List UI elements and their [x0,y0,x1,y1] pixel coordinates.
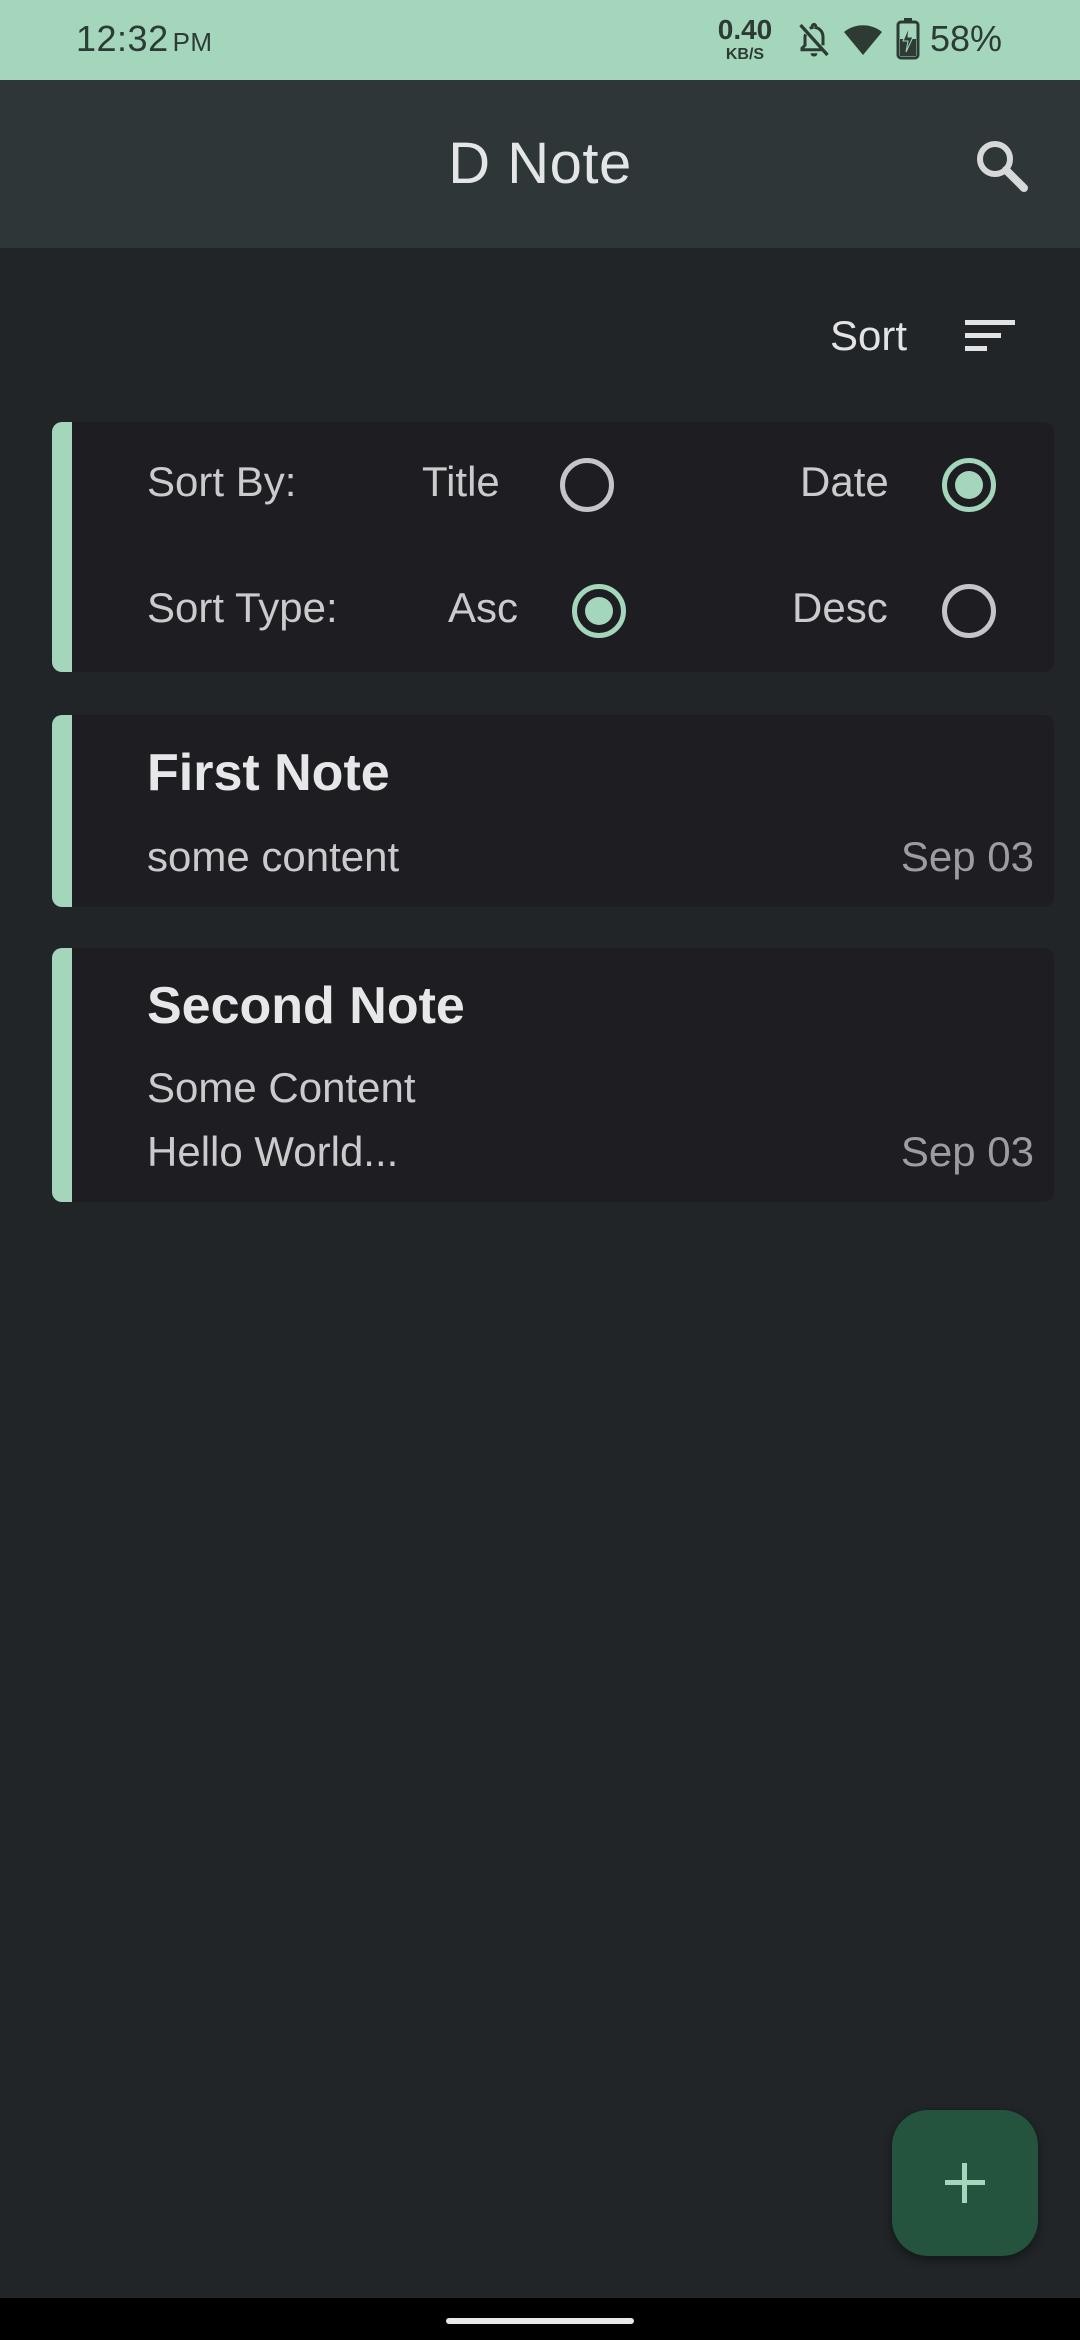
sort-label: Sort [830,312,908,359]
network-speed: 0.40 KB/S [712,16,778,63]
status-time-value: 12:32 [76,18,169,59]
status-time-ampm: PM [172,27,213,57]
sort-toggle-button[interactable]: Sort [810,298,1040,378]
option-desc-label: Desc [792,584,888,631]
battery-charging-icon [896,18,920,65]
network-speed-value: 0.40 [717,14,773,45]
sort-icon [965,316,1015,361]
note-card[interactable]: First Note some content Sep 03 [52,715,1054,907]
home-gesture-handle[interactable] [446,2318,634,2324]
sort-type-label: Sort Type: [147,584,338,631]
note-content: Some Content [147,1064,416,1111]
add-icon [945,2163,985,2203]
sort-by-label: Sort By: [147,458,297,505]
radio-sort-by-date[interactable] [942,458,996,512]
card-accent-stripe [52,948,72,1202]
search-button[interactable] [970,134,1034,198]
sort-options-panel: Sort By: Title Date Sort Type: Asc Desc [52,422,1054,672]
note-title: Second Note [147,977,465,1035]
battery-percentage: 58% [930,18,1003,59]
app-bar: D Note [0,80,1080,248]
status-bar: 12:32 PM 0.40 KB/S 58% [0,0,1080,80]
note-card[interactable]: Second Note Some Content Hello World... … [52,948,1054,1202]
option-date-label: Date [800,458,889,505]
screen: 12:32 PM 0.40 KB/S 58% D Note Sort Sort … [0,0,1080,2340]
card-accent-stripe [52,422,72,672]
add-note-button[interactable] [892,2110,1038,2256]
search-icon [977,141,1028,192]
status-time: 12:32 PM [76,18,213,60]
radio-sort-type-desc[interactable] [942,584,996,638]
note-content: Hello World... [147,1128,399,1175]
navigation-bar [0,2298,1080,2340]
network-speed-unit: KB/S [725,46,765,63]
note-title: First Note [147,744,390,802]
radio-sort-type-asc[interactable] [572,584,626,638]
note-content: some content [147,833,400,880]
card-accent-stripe [52,715,72,907]
radio-sort-by-title[interactable] [560,458,614,512]
option-asc-label: Asc [448,584,519,631]
note-date: Sep 03 [900,1128,1034,1175]
option-title-label: Title [422,458,500,505]
wifi-icon [843,24,883,61]
note-date: Sep 03 [900,833,1034,880]
app-title: D Note [448,131,632,196]
bell-off-icon [796,20,832,65]
